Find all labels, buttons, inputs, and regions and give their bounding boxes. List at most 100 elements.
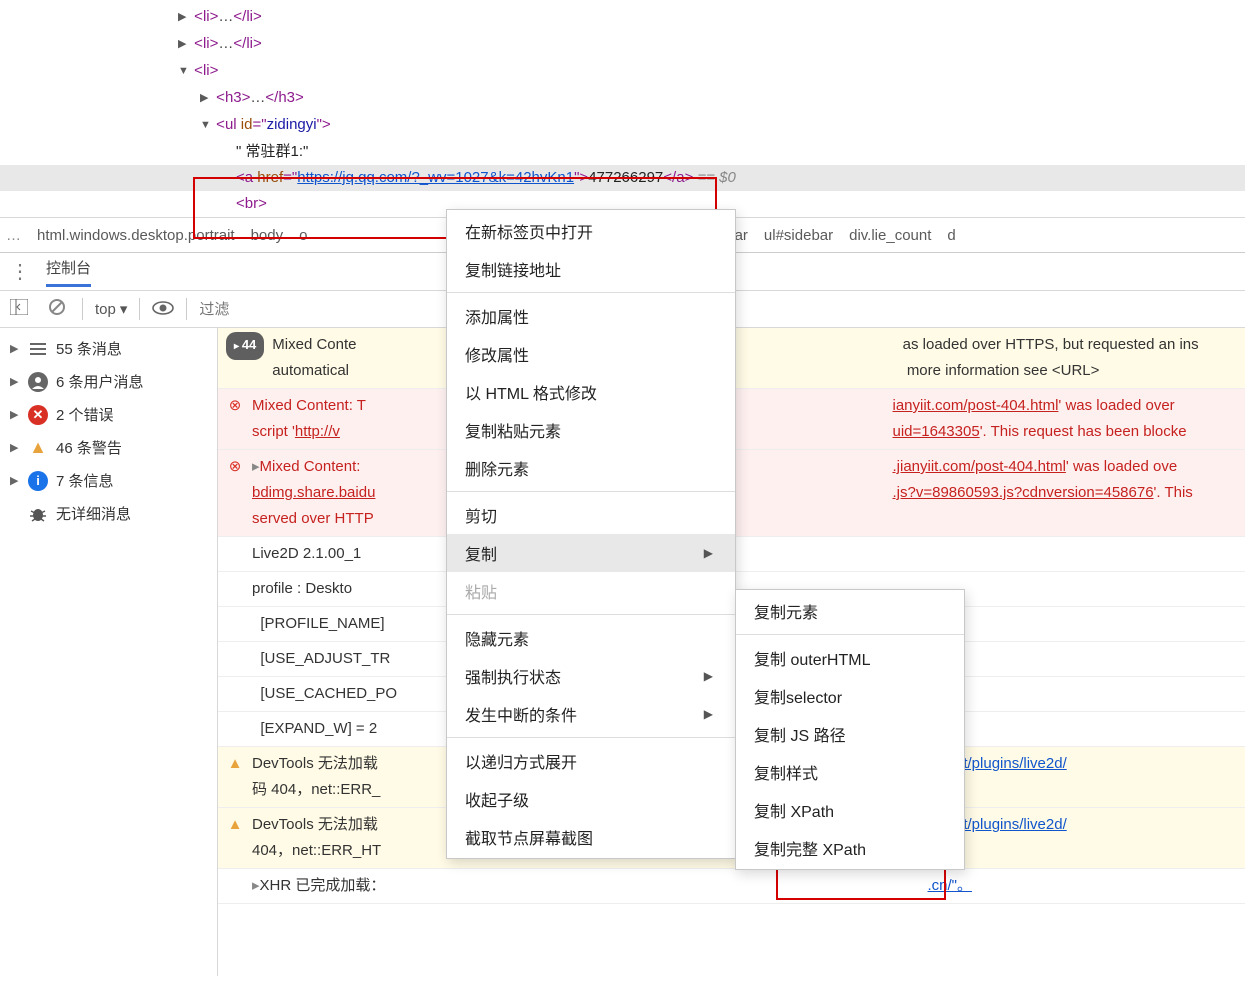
menu-cut[interactable]: 剪切 xyxy=(447,496,735,534)
dom-text-node[interactable]: " 常驻群1:" xyxy=(0,139,1245,165)
message-text: ▸XHR 已完成加载： xyxy=(252,873,562,899)
divider xyxy=(447,292,735,293)
crumb-lie-count[interactable]: div.lie_count xyxy=(849,227,931,244)
expand-icon[interactable]: ▶ xyxy=(178,4,190,30)
divider xyxy=(736,634,964,635)
menu-hide[interactable]: 隐藏元素 xyxy=(447,619,735,657)
menu-break-on[interactable]: 发生中断的条件▶ xyxy=(447,695,735,733)
message-text: tent/plugins/live2d/ xyxy=(943,751,1238,777)
chevron-down-icon: ▾ xyxy=(120,300,128,318)
menu-edit-attr[interactable]: 修改属性 xyxy=(447,335,735,373)
menu-edit-html[interactable]: 以 HTML 格式修改 xyxy=(447,373,735,411)
divider xyxy=(447,614,735,615)
crumb-sidebar-ul[interactable]: ul#sidebar xyxy=(764,227,833,244)
warning-icon: ▲ xyxy=(28,438,48,458)
dom-node-a-selected[interactable]: <a href="https://jq.qq.com/?_wv=1027&k=4… xyxy=(0,165,1245,191)
message-text: Live2D 2.1.00_1 xyxy=(252,541,1237,567)
breadcrumb-overflow[interactable]: … xyxy=(6,227,21,244)
expand-icon[interactable]: ▶ xyxy=(10,342,20,355)
submenu-copy-outerhtml[interactable]: 复制 outerHTML xyxy=(736,639,964,677)
message-text: as loaded over HTTPS, but requested an i… xyxy=(903,332,1237,384)
message-text: ianyiit.com/post-404.html' was loaded ov… xyxy=(893,393,1238,445)
menu-duplicate[interactable]: 复制粘贴元素 xyxy=(447,411,735,449)
menu-open-new-tab[interactable]: 在新标签页中打开 xyxy=(447,212,735,250)
live-expression-icon[interactable] xyxy=(152,299,174,320)
warning-icon: ▲ xyxy=(226,812,244,838)
warning-icon: ▲ xyxy=(226,751,244,777)
submenu-copy-element[interactable]: 复制元素 xyxy=(736,592,964,630)
context-submenu-copy[interactable]: 复制元素 复制 outerHTML 复制selector 复制 JS 路径 复制… xyxy=(735,589,965,870)
collapse-icon[interactable]: ▼ xyxy=(200,112,212,138)
context-menu[interactable]: 在新标签页中打开 复制链接地址 添加属性 修改属性 以 HTML 格式修改 复制… xyxy=(446,209,736,859)
menu-add-attr[interactable]: 添加属性 xyxy=(447,297,735,335)
count-badge: 44 xyxy=(226,332,264,360)
error-icon: ✕ xyxy=(28,405,48,425)
sidebar-item-verbose[interactable]: 无详细消息 xyxy=(0,497,217,530)
dom-node-li3[interactable]: ▼ <li> xyxy=(0,58,1245,85)
toggle-sidebar-icon[interactable] xyxy=(6,297,32,321)
dom-node-li2[interactable]: ▶ <li>…</li> xyxy=(0,31,1245,58)
menu-expand-recursive[interactable]: 以递归方式展开 xyxy=(447,742,735,780)
submenu-copy-js-path[interactable]: 复制 JS 路径 xyxy=(736,715,964,753)
divider xyxy=(82,298,83,320)
kebab-icon[interactable]: ⋮ xyxy=(10,259,30,284)
menu-force-state[interactable]: 强制执行状态▶ xyxy=(447,657,735,695)
elements-panel[interactable]: ▶ <li>…</li> ▶ <li>…</li> ▼ <li> ▶ <h3>…… xyxy=(0,0,1245,217)
expand-icon[interactable]: ▶ xyxy=(10,408,20,421)
collapse-icon[interactable]: ▼ xyxy=(178,58,190,84)
menu-copy-submenu[interactable]: 复制▶ xyxy=(447,534,735,572)
sidebar-label: 6 条用户消息 xyxy=(56,371,144,392)
sidebar-label: 2 个错误 xyxy=(56,404,114,425)
sidebar-label: 7 条信息 xyxy=(56,470,114,491)
menu-delete[interactable]: 删除元素 xyxy=(447,449,735,487)
sidebar-item-warnings[interactable]: ▶ ▲ 46 条警告 xyxy=(0,431,217,464)
submenu-copy-xpath[interactable]: 复制 XPath xyxy=(736,791,964,829)
expand-icon[interactable]: ▶ xyxy=(10,441,20,454)
menu-collapse-children[interactable]: 收起子级 xyxy=(447,780,735,818)
chevron-right-icon: ▶ xyxy=(704,669,713,683)
crumb-html[interactable]: html.windows.desktop.portrait xyxy=(37,227,235,244)
sidebar-item-messages[interactable]: ▶ 55 条消息 xyxy=(0,332,217,365)
bug-icon xyxy=(28,504,48,524)
console-message[interactable]: ▸XHR 已完成加载： .cn/"。 xyxy=(218,869,1245,904)
expand-icon[interactable]: ▶ xyxy=(178,31,190,57)
expand-icon[interactable]: ▶ xyxy=(10,375,20,388)
dom-node-h3[interactable]: ▶ <h3>…</h3> xyxy=(0,85,1245,112)
context-label: top xyxy=(95,301,116,318)
sidebar-item-user[interactable]: ▶ 6 条用户消息 xyxy=(0,365,217,398)
submenu-copy-full-xpath[interactable]: 复制完整 XPath xyxy=(736,829,964,867)
dom-node-ul[interactable]: ▼ <ul id="zidingyi"> xyxy=(0,112,1245,139)
sidebar-item-errors[interactable]: ▶ ✕ 2 个错误 xyxy=(0,398,217,431)
submenu-copy-styles[interactable]: 复制样式 xyxy=(736,753,964,791)
sidebar-label: 46 条警告 xyxy=(56,437,122,458)
message-text: .cn/"。 xyxy=(928,873,1238,899)
error-icon: ⊗ xyxy=(226,393,244,419)
menu-paste: 粘贴 xyxy=(447,572,735,610)
divider xyxy=(139,298,140,320)
dom-node-li1[interactable]: ▶ <li>…</li> xyxy=(0,4,1245,31)
expand-icon[interactable]: ▶ xyxy=(10,474,20,487)
submenu-copy-selector[interactable]: 复制selector xyxy=(736,677,964,715)
crumb-body[interactable]: body xyxy=(251,227,284,244)
sidebar-label: 无详细消息 xyxy=(56,503,131,524)
chevron-right-icon: ▶ xyxy=(704,546,713,560)
console-sidebar: ▶ 55 条消息 ▶ 6 条用户消息 ▶ ✕ 2 个错误 ▶ ▲ xyxy=(0,328,218,976)
divider xyxy=(447,737,735,738)
expand-icon[interactable]: ▶ xyxy=(200,85,212,111)
chevron-right-icon: ▶ xyxy=(704,707,713,721)
message-text: tent/plugins/live2d/ xyxy=(943,812,1238,838)
crumb-cut1[interactable]: o xyxy=(299,227,307,244)
list-icon xyxy=(28,339,48,359)
tab-console[interactable]: 控制台 xyxy=(46,257,91,287)
clear-console-icon[interactable] xyxy=(44,296,70,322)
sidebar-item-info[interactable]: ▶ i 7 条信息 xyxy=(0,464,217,497)
user-icon xyxy=(28,372,48,392)
crumb-cut3[interactable]: d xyxy=(947,227,955,244)
menu-copy-link[interactable]: 复制链接地址 xyxy=(447,250,735,288)
message-text: .jianyiit.com/post-404.html' was loaded … xyxy=(893,454,1238,506)
context-selector[interactable]: top ▾ xyxy=(95,300,127,318)
divider xyxy=(447,491,735,492)
menu-screenshot-node[interactable]: 截取节点屏幕截图 xyxy=(447,818,735,856)
info-icon: i xyxy=(28,471,48,491)
error-icon: ⊗ xyxy=(226,454,244,480)
